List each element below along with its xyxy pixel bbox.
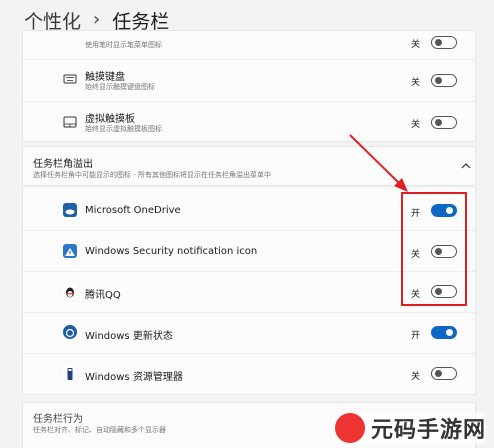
usb-drive-icon (63, 366, 77, 380)
explorer-state: 关 (411, 372, 421, 382)
virtual-touchpad-title: 虚拟触摸板 (85, 114, 135, 125)
windows-update-label: Windows 更新状态 (85, 331, 173, 342)
overflow-section-description: 选择任务栏角中可能显示的图标 - 所有其他图标将显示在任务栏角溢出菜单中 (33, 171, 271, 179)
divider (23, 353, 477, 354)
annotation-arrow (349, 134, 408, 192)
keyboard-icon (63, 74, 77, 84)
touch-keyboard-state: 关 (411, 78, 421, 88)
toggle-knob (435, 119, 442, 126)
pen-menu-toggle[interactable] (431, 36, 457, 49)
divider (23, 312, 477, 313)
divider (23, 101, 477, 102)
overflow-section-title: 任务栏角溢出 (33, 159, 93, 170)
windows-update-icon (63, 325, 77, 339)
touch-keyboard-toggle[interactable] (431, 74, 457, 87)
onedrive-icon (63, 203, 77, 217)
virtual-touchpad-description: 始终显示虚拟触摸板图标 (85, 125, 162, 133)
qq-penguin-icon (63, 284, 77, 298)
windows-update-toggle[interactable] (431, 326, 457, 339)
pen-menu-description: 使用笔时显示笔菜单图标 (85, 41, 162, 49)
virtual-touchpad-toggle[interactable] (431, 116, 457, 129)
qq-label: 腾讯QQ (85, 290, 121, 301)
pen-touch-panel: 使用笔时显示笔菜单图标 关 触摸键盘 始终显示触摸键盘图标 关 虚拟触摸板 始终… (22, 30, 477, 142)
breadcrumb-separator: › (93, 8, 101, 30)
watermark: 元码手游网 (334, 412, 486, 444)
annotation-highlight-box (401, 192, 467, 306)
windows-security-label: Windows Security notification icon (85, 246, 258, 257)
taskbar-behaviors-title: 任务栏行为 (33, 414, 83, 425)
explorer-label: Windows 资源管理器 (85, 372, 183, 383)
touch-keyboard-title: 触摸键盘 (85, 72, 125, 83)
touch-keyboard-description: 始终显示触摸键盘图标 (85, 83, 155, 91)
pen-menu-state: 关 (411, 40, 421, 50)
onedrive-label: Microsoft OneDrive (85, 205, 181, 216)
windows-security-icon (63, 244, 77, 258)
toggle-knob (435, 77, 442, 84)
toggle-knob (435, 39, 442, 46)
virtual-touchpad-state: 关 (411, 120, 421, 130)
explorer-toggle[interactable] (431, 367, 457, 380)
breadcrumb: 个性化 › 任务栏 (24, 8, 169, 33)
watermark-logo-icon (334, 413, 365, 443)
chevron-up-icon[interactable] (461, 162, 471, 170)
toggle-knob (435, 370, 442, 377)
divider (23, 59, 477, 60)
windows-update-state: 开 (411, 331, 421, 341)
toggle-knob (446, 329, 453, 336)
watermark-text: 元码手游网 (370, 418, 486, 443)
touchpad-icon (63, 116, 77, 128)
taskbar-behaviors-description: 任务栏对齐、标记、自动隐藏和多个显示器 (33, 426, 166, 434)
